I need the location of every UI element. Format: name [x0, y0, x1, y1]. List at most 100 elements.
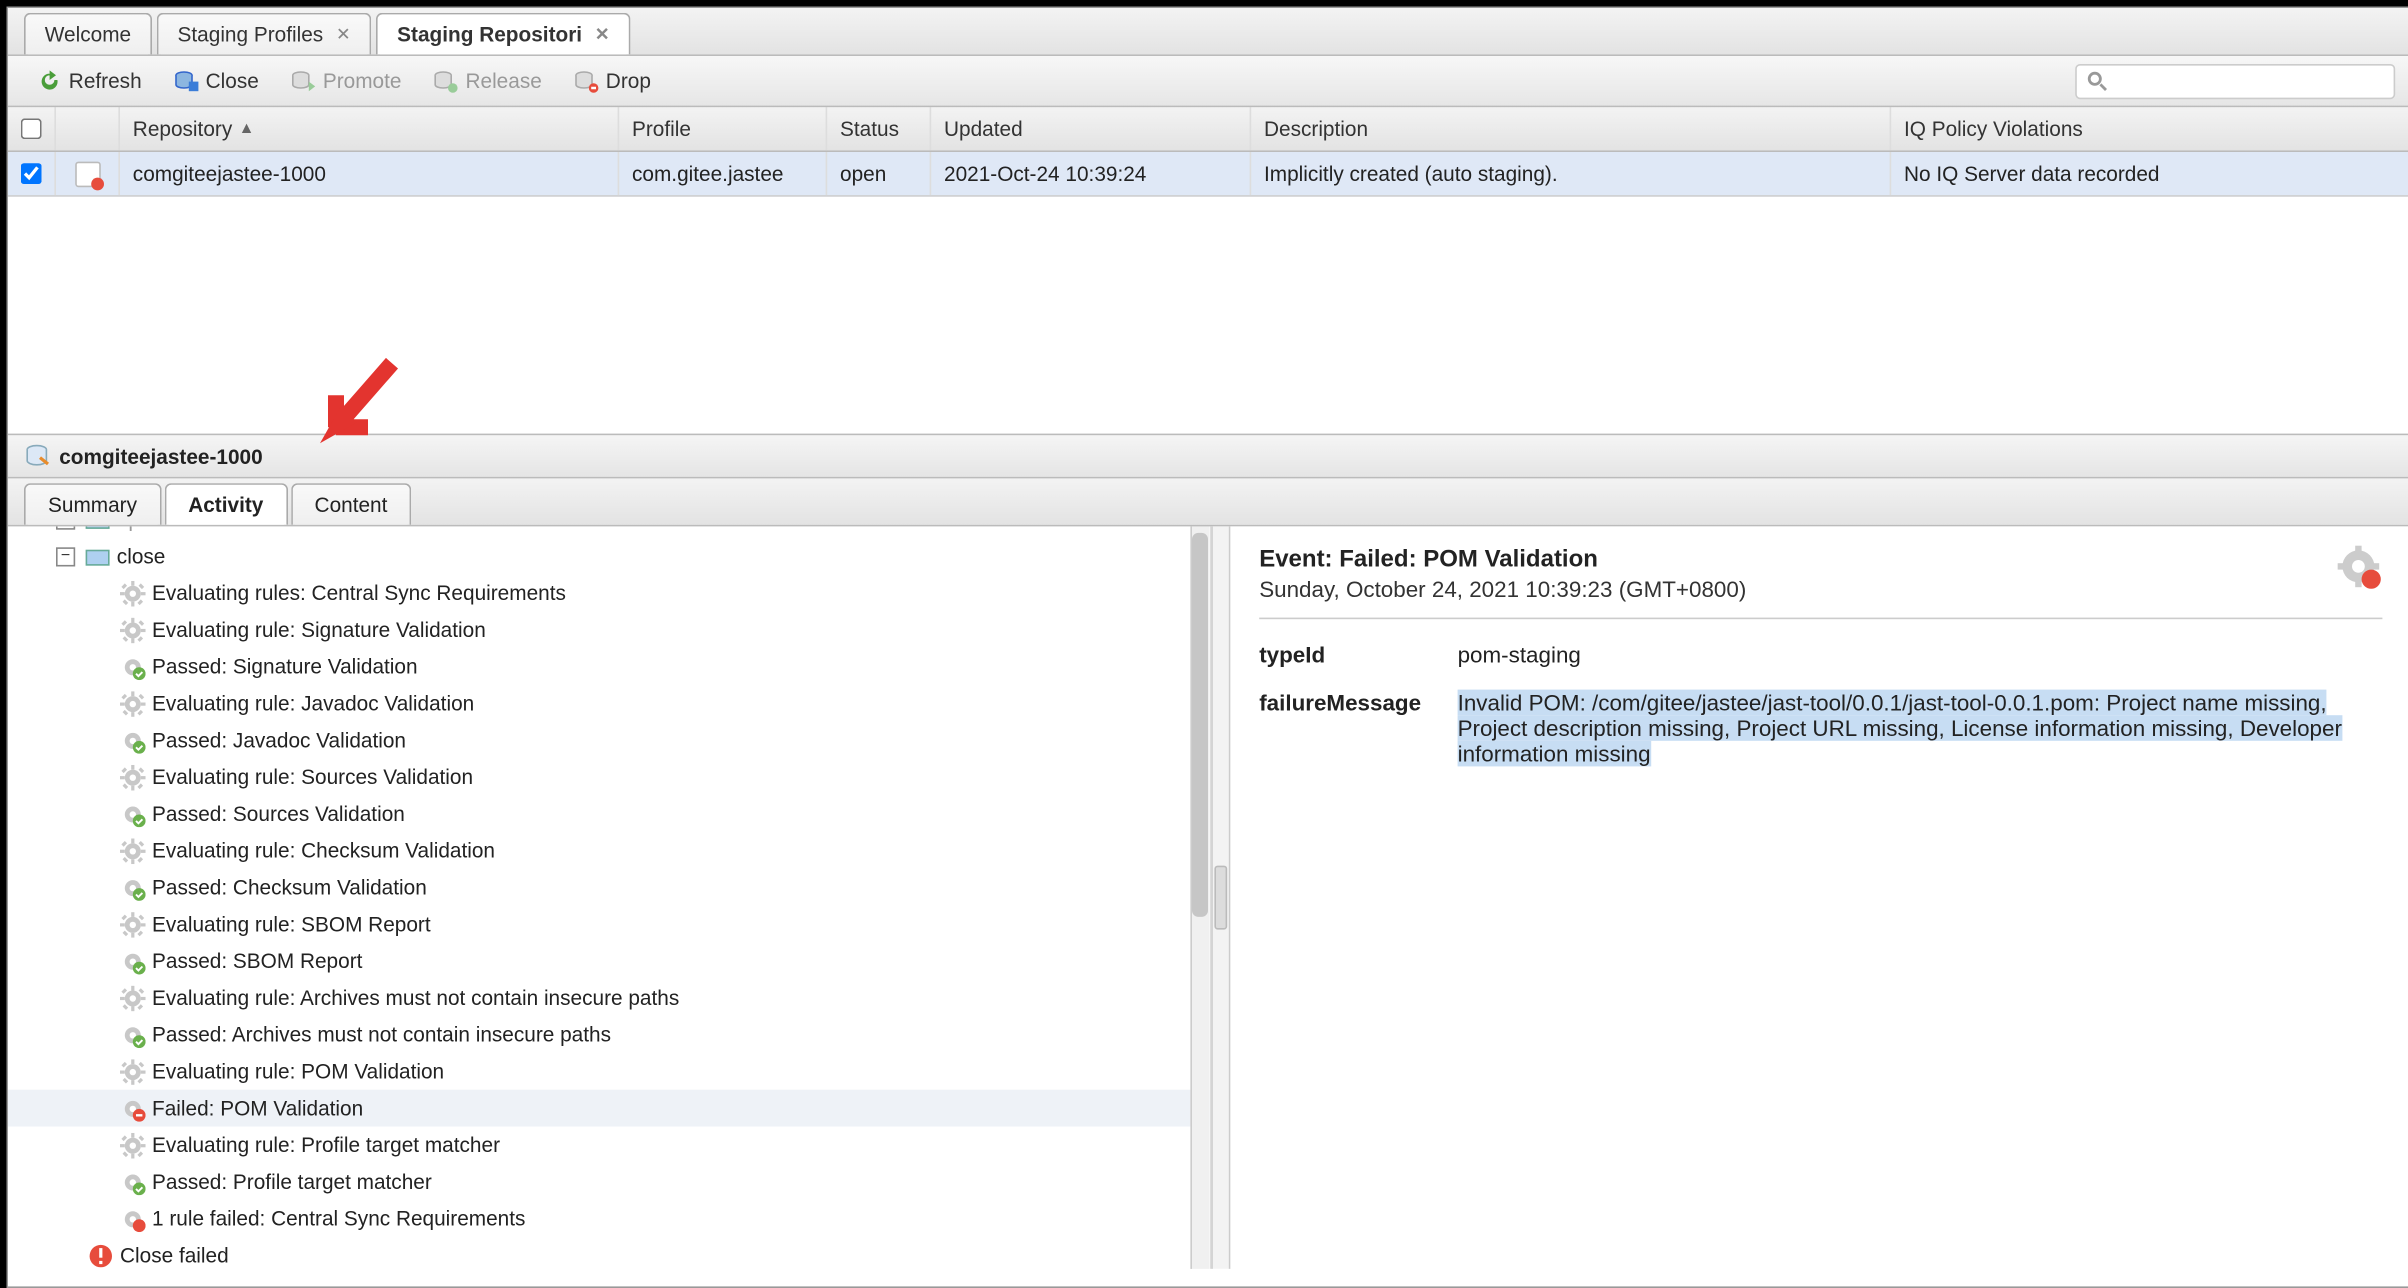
- warn-icon: [120, 1206, 146, 1232]
- splitter[interactable]: [1211, 526, 1230, 1268]
- scrollbar-thumb[interactable]: [1192, 533, 1208, 917]
- tree-item-label: Evaluating rule: Sources Validation: [152, 765, 473, 789]
- pass-icon: [120, 1169, 146, 1195]
- drop-label: Drop: [606, 69, 651, 93]
- table-header: Repository▲ Profile Status Updated Descr…: [8, 107, 2408, 152]
- cell-profile: com.gitee.jastee: [632, 162, 783, 186]
- gear-icon: [120, 1132, 146, 1158]
- tree-item[interactable]: Passed: Archives must not contain insecu…: [8, 1016, 1210, 1053]
- tree-item-label: Passed: Signature Validation: [152, 654, 418, 678]
- cell-updated: 2021-Oct-24 10:39:24: [944, 162, 1146, 186]
- event-title: Event: Failed: POM Validation: [1259, 546, 2382, 573]
- tab-summary-label: Summary: [48, 493, 137, 517]
- gear-icon: [120, 985, 146, 1011]
- tree-item[interactable]: Failed: POM Validation: [8, 1090, 1210, 1127]
- tree-item[interactable]: Evaluating rule: Archives must not conta…: [8, 979, 1210, 1016]
- close-icon[interactable]: ✕: [595, 24, 610, 45]
- tree-item[interactable]: Passed: Javadoc Validation: [8, 722, 1210, 759]
- tab-summary[interactable]: Summary: [24, 483, 161, 525]
- select-all-checkbox[interactable]: [8, 107, 56, 150]
- row-status-icon: [56, 152, 120, 195]
- tab-activity[interactable]: Activity: [164, 483, 287, 525]
- drop-button[interactable]: Drop: [561, 65, 664, 97]
- tree-item[interactable]: Passed: Sources Validation: [8, 795, 1210, 832]
- toolbar: Refresh Close Promote Release Drop: [8, 56, 2408, 107]
- col-status[interactable]: Status: [827, 107, 931, 150]
- tree-item[interactable]: Evaluating rules: Central Sync Requireme…: [8, 574, 1210, 611]
- tree-item[interactable]: Evaluating rule: Javadoc Validation: [8, 685, 1210, 722]
- close-button[interactable]: Close: [161, 65, 272, 97]
- tree-item[interactable]: Passed: Profile target matcher: [8, 1163, 1210, 1200]
- vertical-scrollbar[interactable]: [1190, 526, 1209, 1268]
- close-icon[interactable]: ✕: [336, 24, 351, 45]
- folder-icon: [85, 526, 111, 532]
- tree-item[interactable]: Passed: Checksum Validation: [8, 869, 1210, 906]
- detail-body: − open − close Evaluating rules: Central…: [8, 526, 2408, 1268]
- tab-content[interactable]: Content: [291, 483, 412, 525]
- refresh-button[interactable]: Refresh: [24, 65, 154, 97]
- tree-node-open[interactable]: − open: [8, 526, 1210, 537]
- tree-item[interactable]: Evaluating rule: Sources Validation: [8, 758, 1210, 795]
- close-label: Close: [206, 69, 259, 93]
- promote-button[interactable]: Promote: [278, 65, 414, 97]
- collapse-icon[interactable]: −: [56, 546, 75, 565]
- detail-title: comgiteejastee-1000: [59, 444, 263, 468]
- tree-item-label: Evaluating rule: Javadoc Validation: [152, 691, 474, 715]
- cell-description: Implicitly created (auto staging).: [1264, 162, 1558, 186]
- release-label: Release: [465, 69, 541, 93]
- release-button[interactable]: Release: [421, 65, 555, 97]
- tree-item-label: 1 rule failed: Central Sync Requirements: [152, 1206, 525, 1230]
- tree-item-label: Passed: Javadoc Validation: [152, 728, 406, 752]
- col-icon: [56, 107, 120, 150]
- col-repository-label: Repository: [133, 117, 232, 141]
- tab-staging-repositories[interactable]: Staging Repositori ✕: [376, 13, 630, 55]
- gear-icon: [120, 764, 146, 790]
- gear-icon: [120, 580, 146, 606]
- fail-icon: [120, 1095, 146, 1121]
- tree-item[interactable]: Evaluating rule: Checksum Validation: [8, 832, 1210, 869]
- expand-icon[interactable]: −: [56, 526, 75, 528]
- search-box[interactable]: [2075, 64, 2395, 99]
- error-icon: [88, 1242, 114, 1268]
- tab-welcome[interactable]: Welcome: [24, 13, 152, 55]
- tree-item[interactable]: 1 rule failed: Central Sync Requirements: [8, 1200, 1210, 1237]
- gear-icon: [120, 911, 146, 937]
- col-updated[interactable]: Updated: [931, 107, 1251, 150]
- tree-item[interactable]: Evaluating rule: SBOM Report: [8, 906, 1210, 943]
- col-profile[interactable]: Profile: [619, 107, 827, 150]
- col-description[interactable]: Description: [1251, 107, 1891, 150]
- tree-item[interactable]: Evaluating rule: Profile target matcher: [8, 1126, 1210, 1163]
- tree-item[interactable]: Evaluating rule: Signature Validation: [8, 611, 1210, 648]
- divider: [1259, 618, 2382, 620]
- row-checkbox[interactable]: [8, 152, 56, 195]
- tab-staging-profiles[interactable]: Staging Profiles✕: [157, 13, 372, 55]
- pass-icon: [120, 654, 146, 680]
- tree-node-close[interactable]: − close: [8, 538, 1210, 575]
- tree-item-label: Evaluating rule: POM Validation: [152, 1059, 444, 1083]
- database-close-icon: [174, 68, 200, 94]
- table-row[interactable]: comgiteejastee-1000 com.gitee.jastee ope…: [8, 152, 2408, 197]
- col-iq[interactable]: IQ Policy Violations: [1891, 107, 2408, 150]
- tab-activity-label: Activity: [188, 493, 263, 517]
- tree-item-label: Evaluating rule: Signature Validation: [152, 618, 486, 642]
- gear-error-icon: [2338, 546, 2383, 596]
- tab-label: Staging Repositori: [397, 22, 582, 46]
- tree-item[interactable]: Passed: SBOM Report: [8, 942, 1210, 979]
- tree-item-label: Evaluating rule: Checksum Validation: [152, 838, 495, 862]
- repository-open-icon: [74, 161, 100, 187]
- event-typeid-row: typeId pom-staging: [1259, 642, 2382, 668]
- failure-label: failureMessage: [1259, 690, 1457, 716]
- tree-item[interactable]: Evaluating rule: POM Validation: [8, 1053, 1210, 1090]
- gear-icon: [120, 838, 146, 864]
- search-input[interactable]: [2109, 70, 2381, 94]
- col-repository[interactable]: Repository▲: [120, 107, 619, 150]
- cell-repository: comgiteejastee-1000: [133, 162, 326, 186]
- typeid-label: typeId: [1259, 642, 1457, 668]
- tree-item[interactable]: Passed: Signature Validation: [8, 648, 1210, 685]
- tree-item-label: Evaluating rule: SBOM Report: [152, 912, 431, 936]
- database-drop-icon: [574, 68, 600, 94]
- gear-icon: [120, 1058, 146, 1084]
- tree-item[interactable]: Close failed: [8, 1237, 1210, 1269]
- tree-item-label: Passed: Checksum Validation: [152, 875, 427, 899]
- tree-item-label: Passed: SBOM Report: [152, 949, 362, 973]
